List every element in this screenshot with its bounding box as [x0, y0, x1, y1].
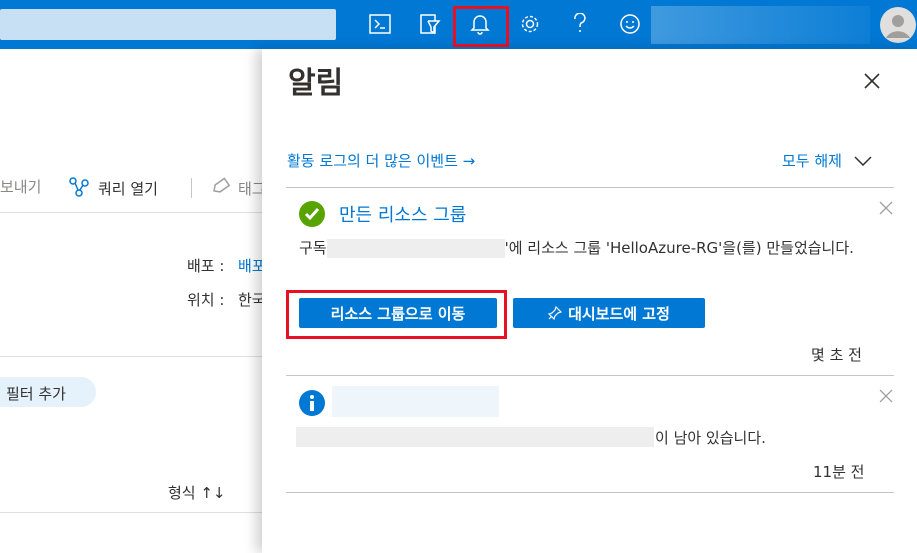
divider	[286, 187, 894, 188]
notifications-panel: 알림 활동 로그의 더 많은 이벤트 → 모두 해제 만든 리소스 그룹 구독 '…	[262, 49, 917, 553]
notification-body: 이 남아 있습니다.	[655, 429, 766, 447]
divider	[286, 375, 894, 376]
close-icon[interactable]	[879, 388, 893, 403]
top-navigation-bar	[0, 0, 917, 49]
close-icon[interactable]	[862, 71, 882, 91]
close-icon[interactable]	[879, 200, 893, 215]
redacted-subscription	[326, 239, 505, 258]
notification-time: 11분 전	[813, 463, 865, 481]
activity-log-link[interactable]: 활동 로그의 더 많은 이벤트 →	[287, 150, 475, 171]
export-button[interactable]: 보내기	[0, 176, 41, 197]
account-info[interactable]	[651, 6, 870, 44]
chevron-down-icon	[854, 155, 872, 166]
panel-title: 알림	[288, 66, 344, 101]
cloud-shell-icon[interactable]	[360, 4, 400, 44]
dismiss-all-button[interactable]: 모두 해제	[782, 150, 872, 171]
dismiss-all-label: 모두 해제	[782, 152, 842, 170]
help-icon[interactable]	[560, 4, 600, 44]
pin-to-dashboard-label: 대시보드에 고정	[568, 304, 670, 323]
divider	[286, 492, 894, 493]
details-separator	[0, 356, 262, 357]
toolbar-separator	[0, 212, 262, 213]
info-icon	[298, 389, 326, 417]
success-check-icon	[298, 200, 326, 228]
toolbar-divider	[191, 178, 192, 198]
notification-body: 구독 '에 리소스 그룹 'HelloAzure-RG'을(를) 만들었습니다.	[299, 239, 854, 258]
bell-highlight-box	[453, 6, 509, 47]
notification-title: 만든 리소스 그룹	[339, 205, 467, 226]
deploy-key: 배포 :	[187, 257, 225, 275]
avatar[interactable]	[880, 6, 917, 44]
open-query-button[interactable]: 쿼리 열기	[98, 178, 158, 199]
location-key: 위치 :	[187, 291, 225, 309]
tag-icon	[211, 176, 231, 198]
gear-icon[interactable]	[510, 4, 550, 44]
directory-filter-icon[interactable]	[410, 4, 450, 44]
redacted-notification-title	[332, 386, 499, 417]
go-to-resource-group-button[interactable]: 리소스 그룹으로 이동	[299, 298, 497, 328]
add-filter-button[interactable]: 필터 추가	[0, 377, 96, 407]
type-column-header[interactable]: 형식 ↑↓	[168, 482, 226, 503]
feedback-icon[interactable]	[610, 4, 650, 44]
redacted-notification-body	[296, 427, 654, 447]
table-header-separator	[0, 512, 262, 513]
pin-icon	[548, 306, 563, 320]
search-input[interactable]	[0, 9, 336, 40]
query-icon	[68, 176, 90, 198]
pin-to-dashboard-button[interactable]: 대시보드에 고정	[513, 298, 705, 328]
notification-time: 몇 초 전	[811, 346, 862, 364]
